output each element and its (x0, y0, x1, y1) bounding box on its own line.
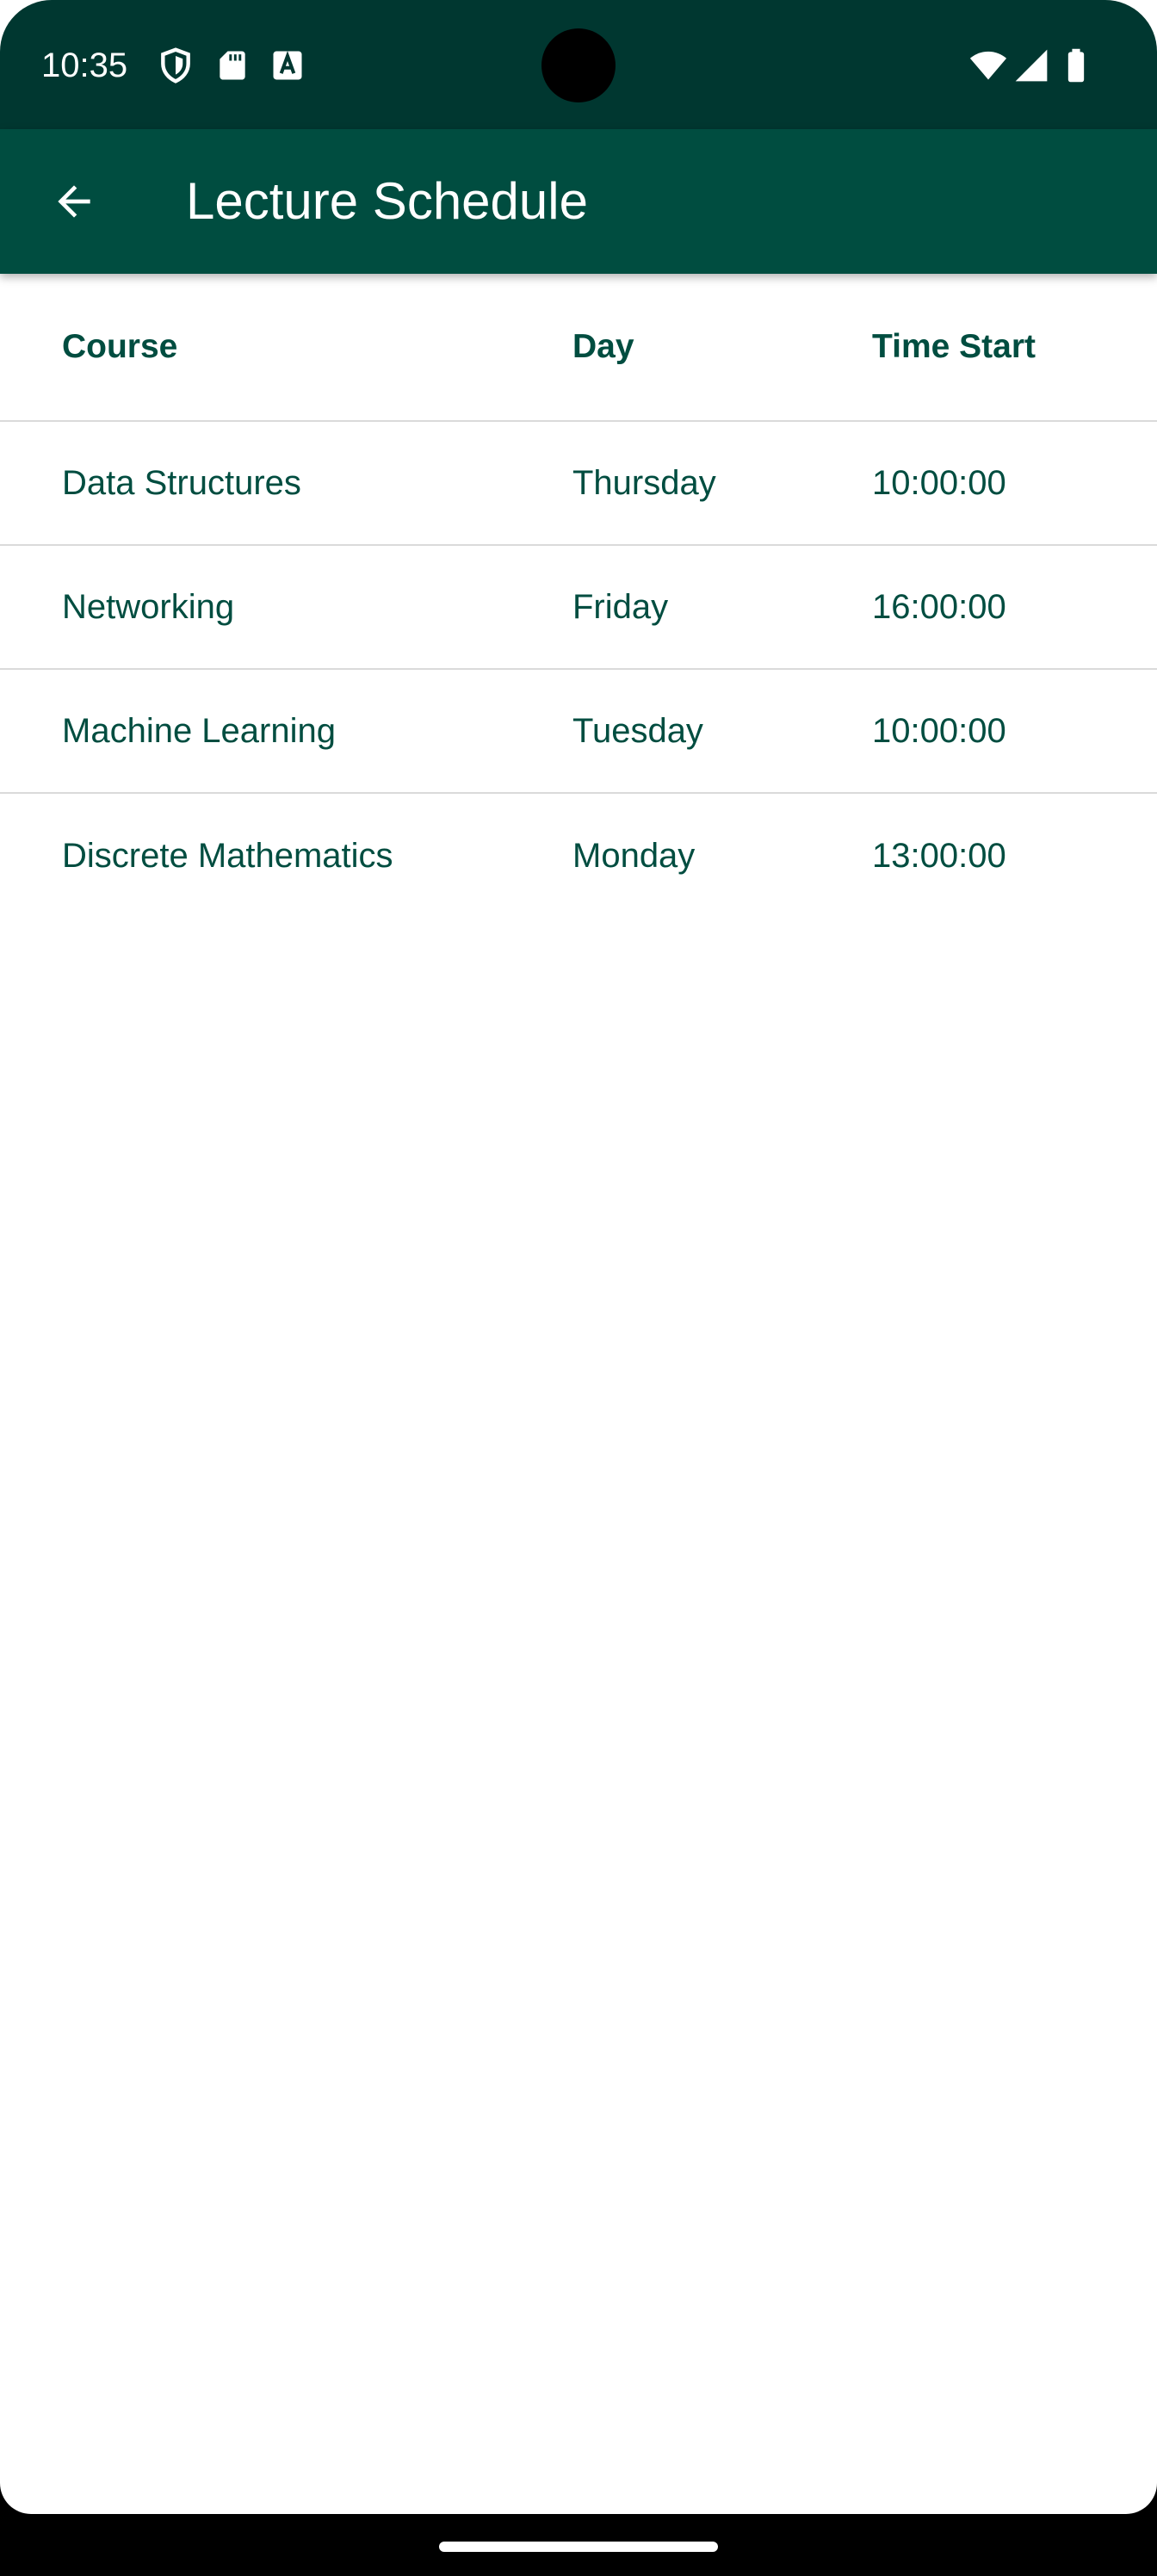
table-row[interactable]: Machine Learning Tuesday 10:00:00 (0, 670, 1157, 794)
shield-icon (157, 46, 195, 84)
cell-day: Thursday (572, 463, 716, 502)
gesture-nav-handle[interactable] (439, 2542, 718, 2552)
schedule-table: Course Day Time Start Data Structures Th… (0, 274, 1157, 918)
back-button[interactable] (31, 158, 117, 245)
status-bar: 10:35 (0, 0, 1157, 129)
status-time: 10:35 (41, 46, 128, 84)
cell-time-start: 10:00:00 (872, 711, 1006, 750)
table-header-row: Course Day Time Start (0, 274, 1157, 422)
column-header-course[interactable]: Course (62, 274, 177, 420)
column-header-time-start[interactable]: Time Start (872, 274, 1036, 420)
sd-card-icon (213, 46, 251, 84)
column-header-day[interactable]: Day (572, 274, 634, 420)
app-bar: Lecture Schedule (0, 129, 1157, 274)
cell-course: Discrete Mathematics (62, 836, 393, 875)
camera-cutout (541, 28, 616, 102)
cell-time-start: 13:00:00 (872, 836, 1006, 875)
font-a-icon (269, 46, 306, 84)
cell-course: Machine Learning (62, 711, 336, 750)
table-row[interactable]: Data Structures Thursday 10:00:00 (0, 422, 1157, 546)
app-screen: 10:35 Lecture Schedule Course Day Time S… (0, 0, 1157, 2514)
arrow-back-icon (58, 185, 90, 218)
cell-course: Data Structures (62, 463, 301, 502)
battery-icon (1057, 46, 1095, 84)
cell-day: Monday (572, 836, 696, 875)
cell-time-start: 10:00:00 (872, 463, 1006, 502)
table-row[interactable]: Discrete Mathematics Monday 13:00:00 (0, 794, 1157, 918)
cell-day: Friday (572, 587, 669, 626)
page-title: Lecture Schedule (186, 172, 588, 230)
table-row[interactable]: Networking Friday 16:00:00 (0, 546, 1157, 670)
cell-course: Networking (62, 587, 235, 626)
wifi-icon (969, 46, 1007, 84)
cell-time-start: 16:00:00 (872, 587, 1006, 626)
cell-signal-icon (1012, 46, 1050, 84)
cell-day: Tuesday (572, 711, 703, 750)
